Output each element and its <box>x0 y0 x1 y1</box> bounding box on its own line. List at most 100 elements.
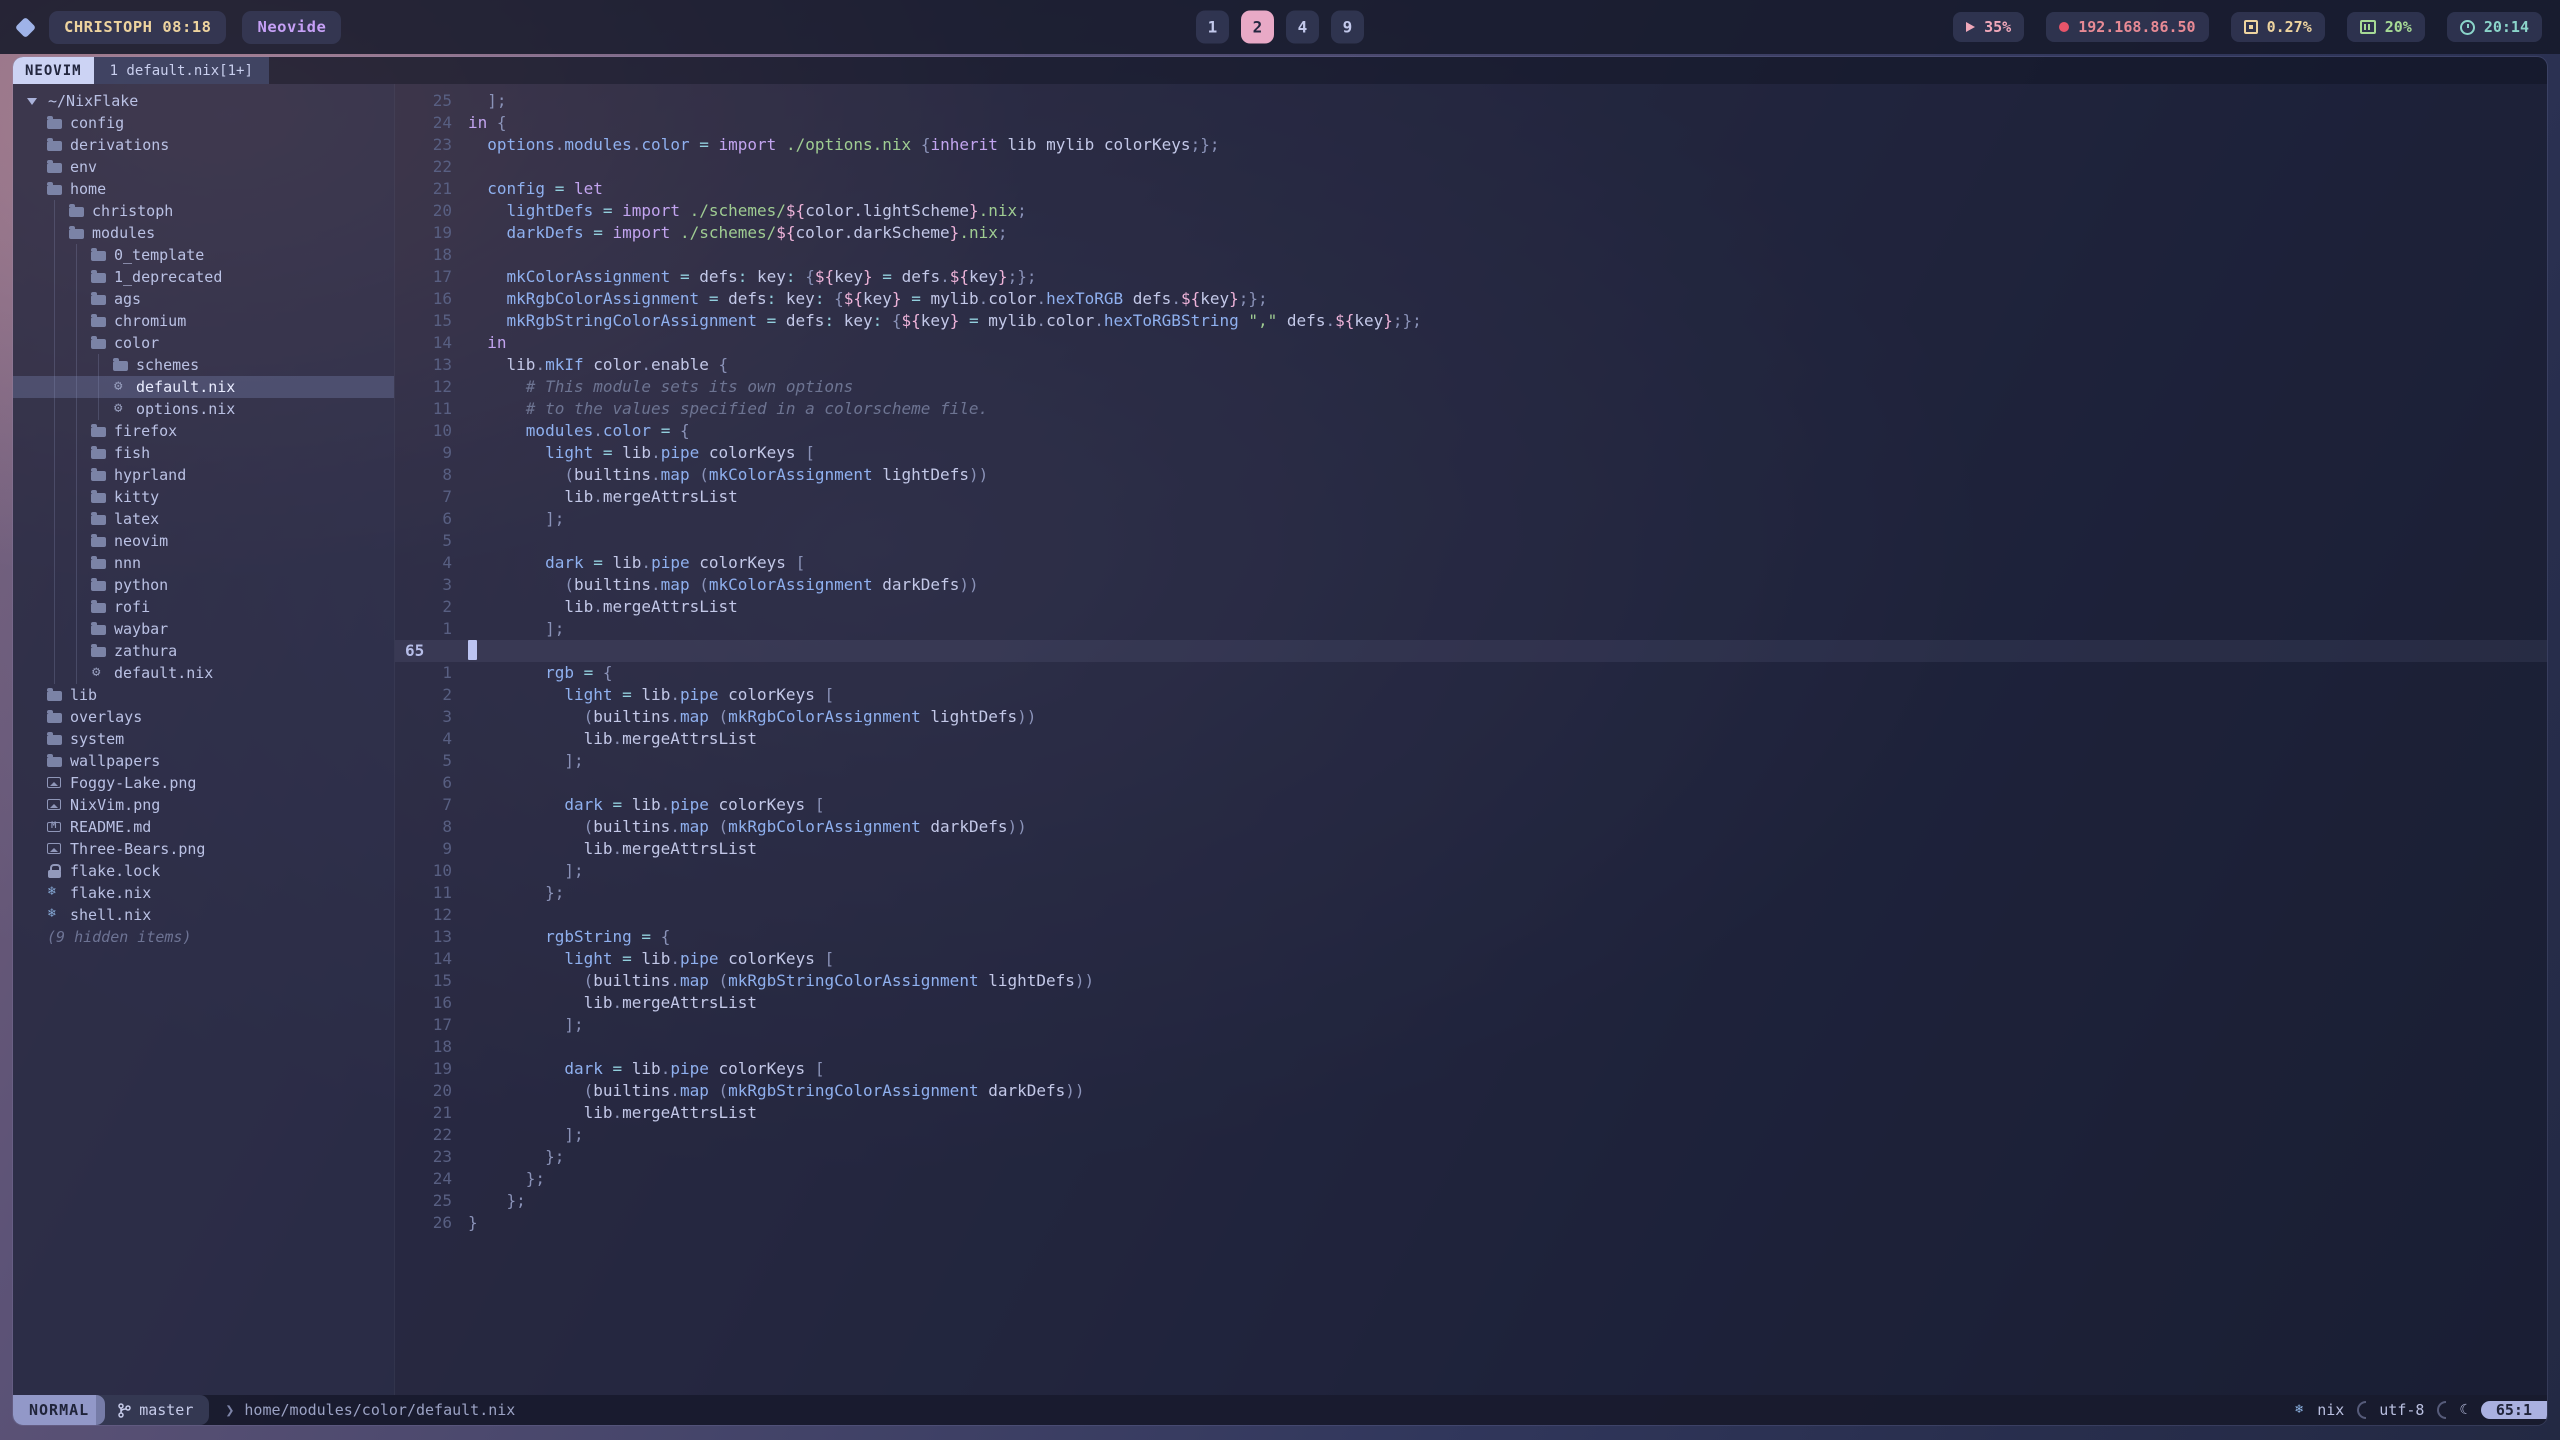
tree-item-Three-Bears.png[interactable]: Three-Bears.png <box>13 838 394 860</box>
code-line[interactable]: 14 in <box>395 332 2547 354</box>
network-pill[interactable]: 192.168.86.50 <box>2046 12 2208 42</box>
tree-item-rofi[interactable]: rofi <box>13 596 394 618</box>
tree-item-lib[interactable]: lib <box>13 684 394 706</box>
memory-pill[interactable]: 20% <box>2347 12 2425 42</box>
code-line-current[interactable]: 65 <box>395 640 2547 662</box>
code-line[interactable]: 16 mkRgbColorAssignment = defs: key: {${… <box>395 288 2547 310</box>
tree-item-README.md[interactable]: README.md <box>13 816 394 838</box>
buffer-tab[interactable]: 1 default.nix[1+] <box>94 57 269 84</box>
code-line[interactable]: 25 ]; <box>395 90 2547 112</box>
code-line[interactable]: 11 }; <box>395 882 2547 904</box>
code-line[interactable]: 20 lightDefs = import ./schemes/${color.… <box>395 200 2547 222</box>
tree-item-python[interactable]: python <box>13 574 394 596</box>
code-line[interactable]: 22 ]; <box>395 1124 2547 1146</box>
code-line[interactable]: 6 <box>395 772 2547 794</box>
workspace-1[interactable]: 1 <box>1196 11 1229 44</box>
tree-item-christoph[interactable]: christoph <box>13 200 394 222</box>
code-line[interactable]: 14 light = lib.pipe colorKeys [ <box>395 948 2547 970</box>
tree-item-kitty[interactable]: kitty <box>13 486 394 508</box>
tree-item-fish[interactable]: fish <box>13 442 394 464</box>
tree-item-env[interactable]: env <box>13 156 394 178</box>
code-line[interactable]: 2 lib.mergeAttrsList <box>395 596 2547 618</box>
code-line[interactable]: 10 modules.color = { <box>395 420 2547 442</box>
launcher-logo-icon[interactable] <box>15 16 36 37</box>
tree-item-schemes[interactable]: schemes <box>13 354 394 376</box>
tree-item-1_deprecated[interactable]: 1_deprecated <box>13 266 394 288</box>
tree-item-nnn[interactable]: nnn <box>13 552 394 574</box>
code-line[interactable]: 19 dark = lib.pipe colorKeys [ <box>395 1058 2547 1080</box>
tree-item-zathura[interactable]: zathura <box>13 640 394 662</box>
code-line[interactable]: 6 ]; <box>395 508 2547 530</box>
code-line[interactable]: 7 dark = lib.pipe colorKeys [ <box>395 794 2547 816</box>
workspace-4[interactable]: 4 <box>1286 11 1319 44</box>
tree-item-default.nix[interactable]: default.nix <box>13 662 394 684</box>
tree-item-system[interactable]: system <box>13 728 394 750</box>
code-line[interactable]: 23 options.modules.color = import ./opti… <box>395 134 2547 156</box>
tree-item-flake.lock[interactable]: flake.lock <box>13 860 394 882</box>
code-line[interactable]: 23 }; <box>395 1146 2547 1168</box>
volume-pill[interactable]: 35% <box>1953 12 2024 42</box>
code-line[interactable]: 15 (builtins.map (mkRgbStringColorAssign… <box>395 970 2547 992</box>
clock-pill[interactable]: 20:14 <box>2447 12 2542 42</box>
active-app-pill[interactable]: Neovide <box>242 11 341 44</box>
code-line[interactable]: 25 }; <box>395 1190 2547 1212</box>
code-line[interactable]: 19 darkDefs = import ./schemes/${color.d… <box>395 222 2547 244</box>
tree-item-default.nix[interactable]: default.nix <box>13 376 394 398</box>
tree-item-config[interactable]: config <box>13 112 394 134</box>
tree-item-chromium[interactable]: chromium <box>13 310 394 332</box>
code-line[interactable]: 13 rgbString = { <box>395 926 2547 948</box>
code-line[interactable]: 12 <box>395 904 2547 926</box>
workspace-2[interactable]: 2 <box>1241 11 1274 44</box>
tree-item-ags[interactable]: ags <box>13 288 394 310</box>
tree-item-Foggy-Lake.png[interactable]: Foggy-Lake.png <box>13 772 394 794</box>
code-line[interactable]: 13 lib.mkIf color.enable { <box>395 354 2547 376</box>
tree-item-derivations[interactable]: derivations <box>13 134 394 156</box>
code-line[interactable]: 5 <box>395 530 2547 552</box>
code-line[interactable]: 16 lib.mergeAttrsList <box>395 992 2547 1014</box>
tree-item-options.nix[interactable]: options.nix <box>13 398 394 420</box>
code-line[interactable]: 17 mkColorAssignment = defs: key: {${key… <box>395 266 2547 288</box>
code-line[interactable]: 4 lib.mergeAttrsList <box>395 728 2547 750</box>
code-line[interactable]: 24in { <box>395 112 2547 134</box>
code-line[interactable]: 11 # to the values specified in a colors… <box>395 398 2547 420</box>
tree-item-0_template[interactable]: 0_template <box>13 244 394 266</box>
code-line[interactable]: 10 ]; <box>395 860 2547 882</box>
code-line[interactable]: 21 config = let <box>395 178 2547 200</box>
file-path-segment[interactable]: ❯ home/modules/color/default.nix <box>209 1395 531 1425</box>
tree-item-color[interactable]: color <box>13 332 394 354</box>
code-line[interactable]: 1 rgb = { <box>395 662 2547 684</box>
workspace-9[interactable]: 9 <box>1331 11 1364 44</box>
code-line[interactable]: 24 }; <box>395 1168 2547 1190</box>
code-line[interactable]: 8 (builtins.map (mkRgbColorAssignment da… <box>395 816 2547 838</box>
code-line[interactable]: 17 ]; <box>395 1014 2547 1036</box>
code-line[interactable]: 20 (builtins.map (mkRgbStringColorAssign… <box>395 1080 2547 1102</box>
tree-item-latex[interactable]: latex <box>13 508 394 530</box>
tree-item-home[interactable]: home <box>13 178 394 200</box>
code-line[interactable]: 7 lib.mergeAttrsList <box>395 486 2547 508</box>
tree-item-firefox[interactable]: firefox <box>13 420 394 442</box>
code-line[interactable]: 5 ]; <box>395 750 2547 772</box>
code-line[interactable]: 8 (builtins.map (mkColorAssignment light… <box>395 464 2547 486</box>
tree-item-hyprland[interactable]: hyprland <box>13 464 394 486</box>
code-line[interactable]: 18 <box>395 244 2547 266</box>
code-line[interactable]: 3 (builtins.map (mkColorAssignment darkD… <box>395 574 2547 596</box>
code-line[interactable]: 21 lib.mergeAttrsList <box>395 1102 2547 1124</box>
code-line[interactable]: 3 (builtins.map (mkRgbColorAssignment li… <box>395 706 2547 728</box>
code-area[interactable]: 25 ];24in {23 options.modules.color = im… <box>395 84 2547 1395</box>
tree-item-modules[interactable]: modules <box>13 222 394 244</box>
tree-item-overlays[interactable]: overlays <box>13 706 394 728</box>
tree-item-neovim[interactable]: neovim <box>13 530 394 552</box>
tree-item-wallpapers[interactable]: wallpapers <box>13 750 394 772</box>
code-line[interactable]: 22 <box>395 156 2547 178</box>
code-line[interactable]: 2 light = lib.pipe colorKeys [ <box>395 684 2547 706</box>
code-line[interactable]: 18 <box>395 1036 2547 1058</box>
tree-item-flake.nix[interactable]: flake.nix <box>13 882 394 904</box>
code-line[interactable]: 12 # This module sets its own options <box>395 376 2547 398</box>
code-line[interactable]: 26} <box>395 1212 2547 1234</box>
code-line[interactable]: 15 mkRgbStringColorAssignment = defs: ke… <box>395 310 2547 332</box>
code-line[interactable]: 4 dark = lib.pipe colorKeys [ <box>395 552 2547 574</box>
code-line[interactable]: 9 lib.mergeAttrsList <box>395 838 2547 860</box>
cpu-pill[interactable]: 0.27% <box>2231 12 2325 42</box>
code-line[interactable]: 9 light = lib.pipe colorKeys [ <box>395 442 2547 464</box>
tree-item-NixVim.png[interactable]: NixVim.png <box>13 794 394 816</box>
